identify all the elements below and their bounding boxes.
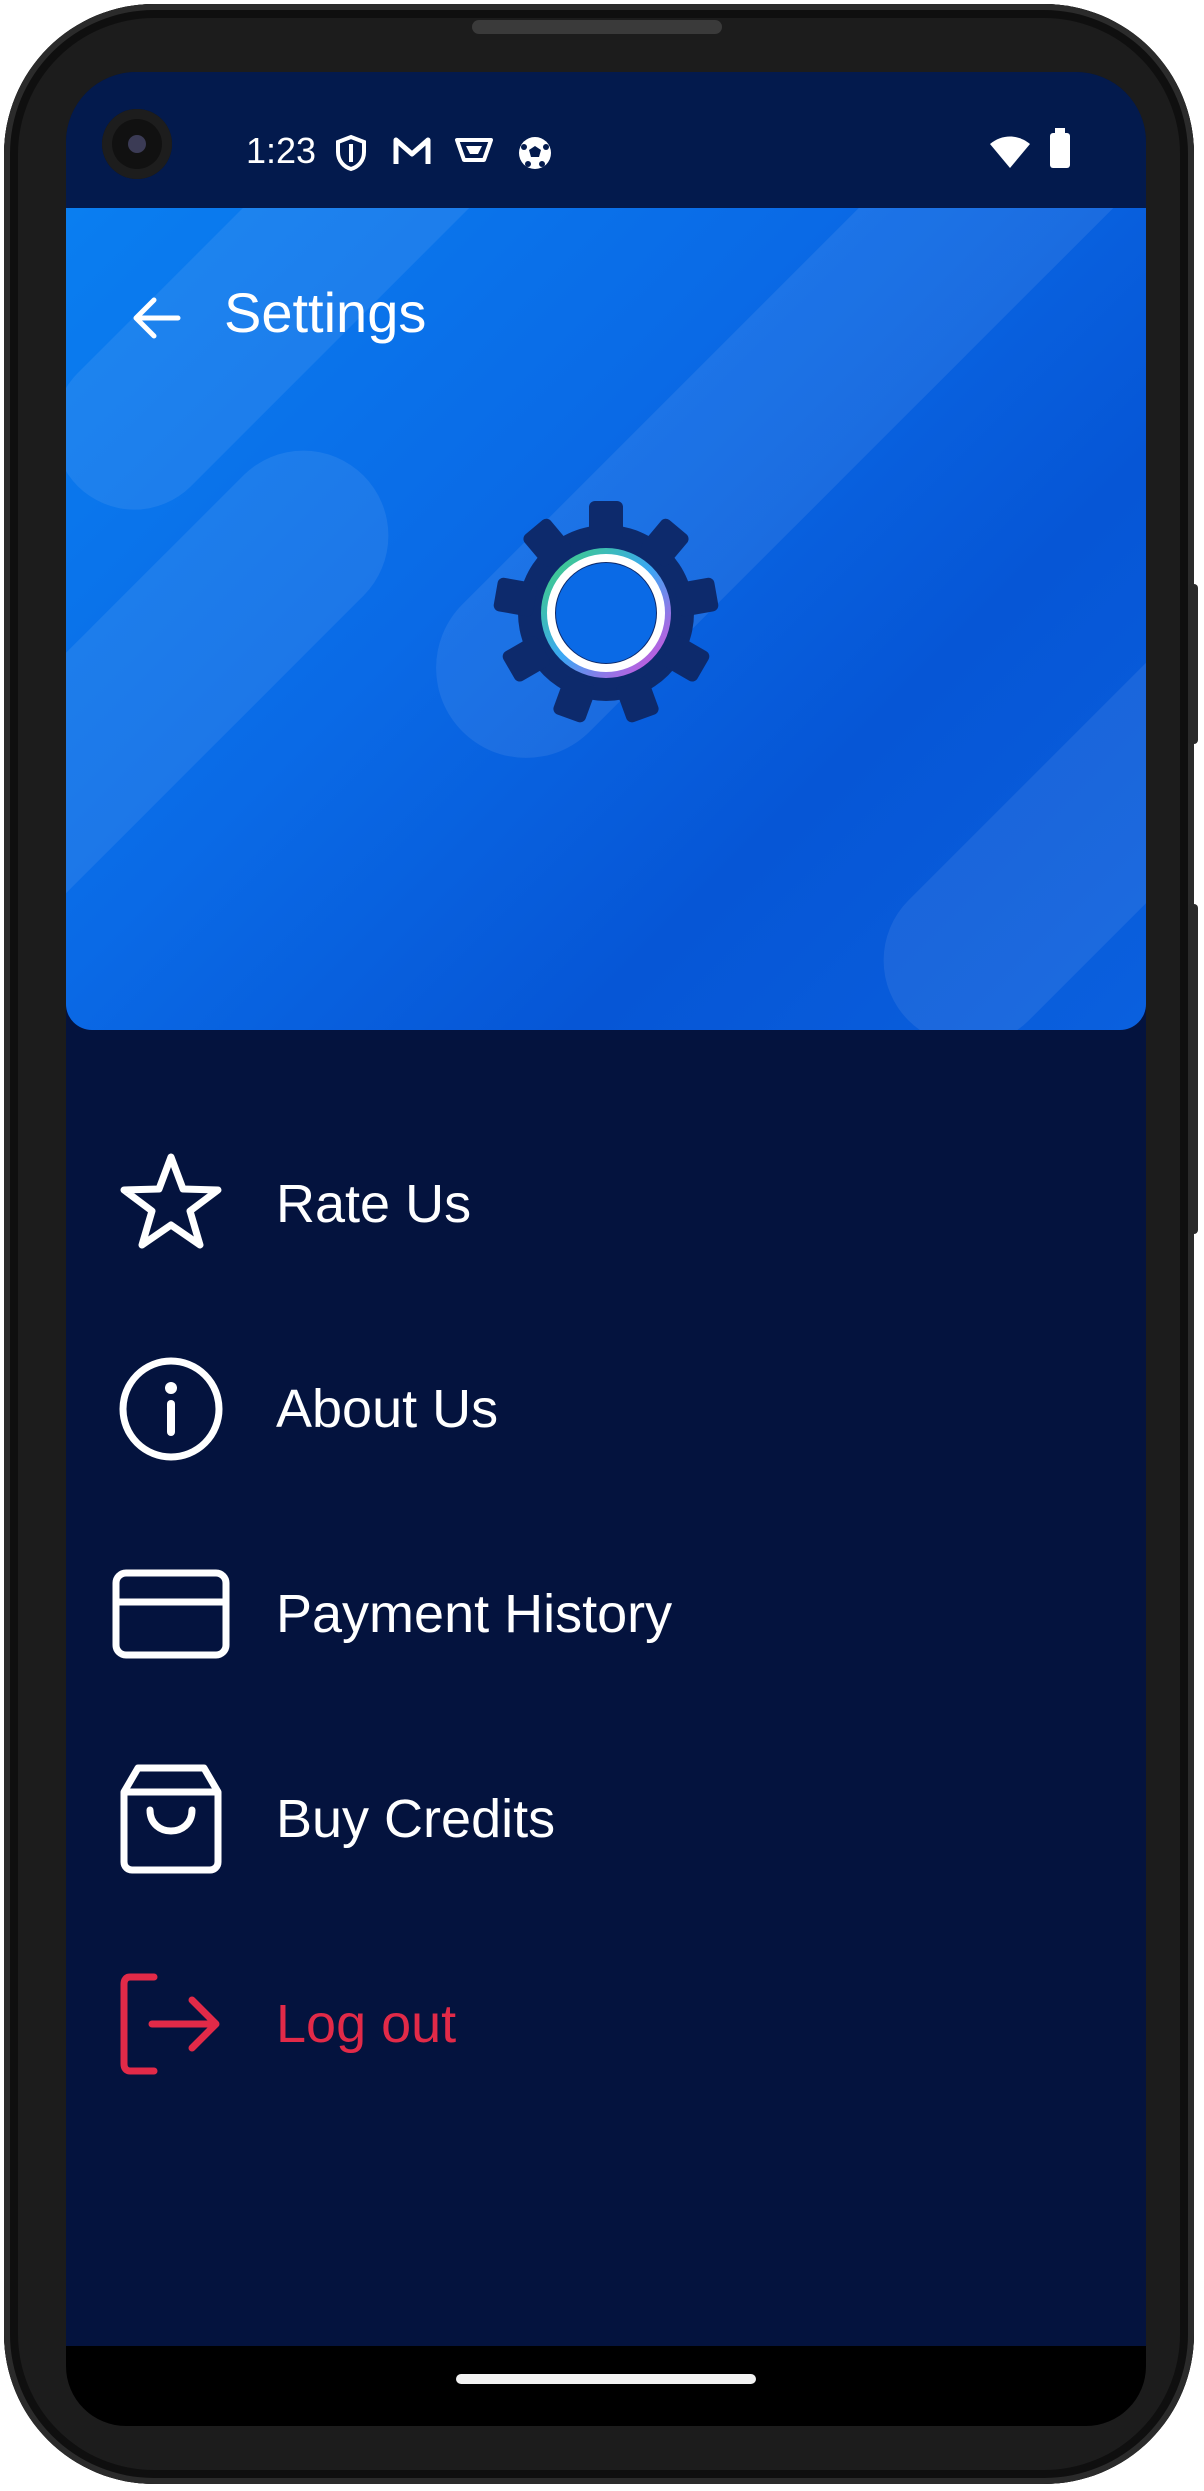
menu-item-about-us[interactable]: About Us: [106, 1339, 1106, 1479]
bottom-bezel: [66, 2346, 1146, 2426]
soccer-ball-icon: [516, 134, 554, 177]
earpiece-speaker: [472, 20, 722, 34]
power-button: [1188, 904, 1198, 1234]
star-icon: [106, 1139, 236, 1269]
settings-header: Settings: [66, 208, 1146, 1030]
status-bar: 1:23: [66, 72, 1146, 208]
menu-item-label: Log out: [276, 1994, 457, 2054]
front-camera: [102, 109, 172, 179]
menu-item-payment-history[interactable]: Payment History: [106, 1544, 1106, 1684]
phone-frame: 1:23 Settings Rate Us About Us Payment H…: [4, 4, 1198, 2484]
shopping-bag-icon: [106, 1754, 236, 1884]
menu-item-label: Rate Us: [276, 1174, 472, 1234]
menu-item-rate-us[interactable]: Rate Us: [106, 1134, 1106, 1274]
shield-icon: [334, 134, 368, 177]
menu-item-label: About Us: [276, 1379, 499, 1439]
battery-icon: [1048, 128, 1072, 175]
page-title: Settings: [224, 281, 427, 344]
home-gesture-bar[interactable]: [456, 2374, 756, 2384]
app-screen: 1:23 Settings Rate Us About Us Payment H…: [66, 72, 1146, 2346]
menu-item-label: Buy Credits: [276, 1789, 556, 1849]
wifi-icon: [988, 134, 1032, 175]
status-time: 1:23: [246, 130, 317, 171]
back-arrow-icon[interactable]: [128, 290, 184, 351]
gear-icon: [491, 498, 721, 733]
logout-icon: [106, 1959, 236, 2089]
decorative-streak: [848, 465, 1146, 1030]
info-icon: [106, 1344, 236, 1474]
credit-card-icon: [106, 1549, 236, 1679]
menu-item-buy-credits[interactable]: Buy Credits: [106, 1749, 1106, 1889]
menu-item-label: Payment History: [276, 1584, 673, 1644]
gmail-icon: [392, 134, 432, 173]
volume-button: [1188, 584, 1198, 744]
menu-item-log-out[interactable]: Log out: [106, 1954, 1106, 2094]
bowl-icon: [454, 134, 494, 175]
